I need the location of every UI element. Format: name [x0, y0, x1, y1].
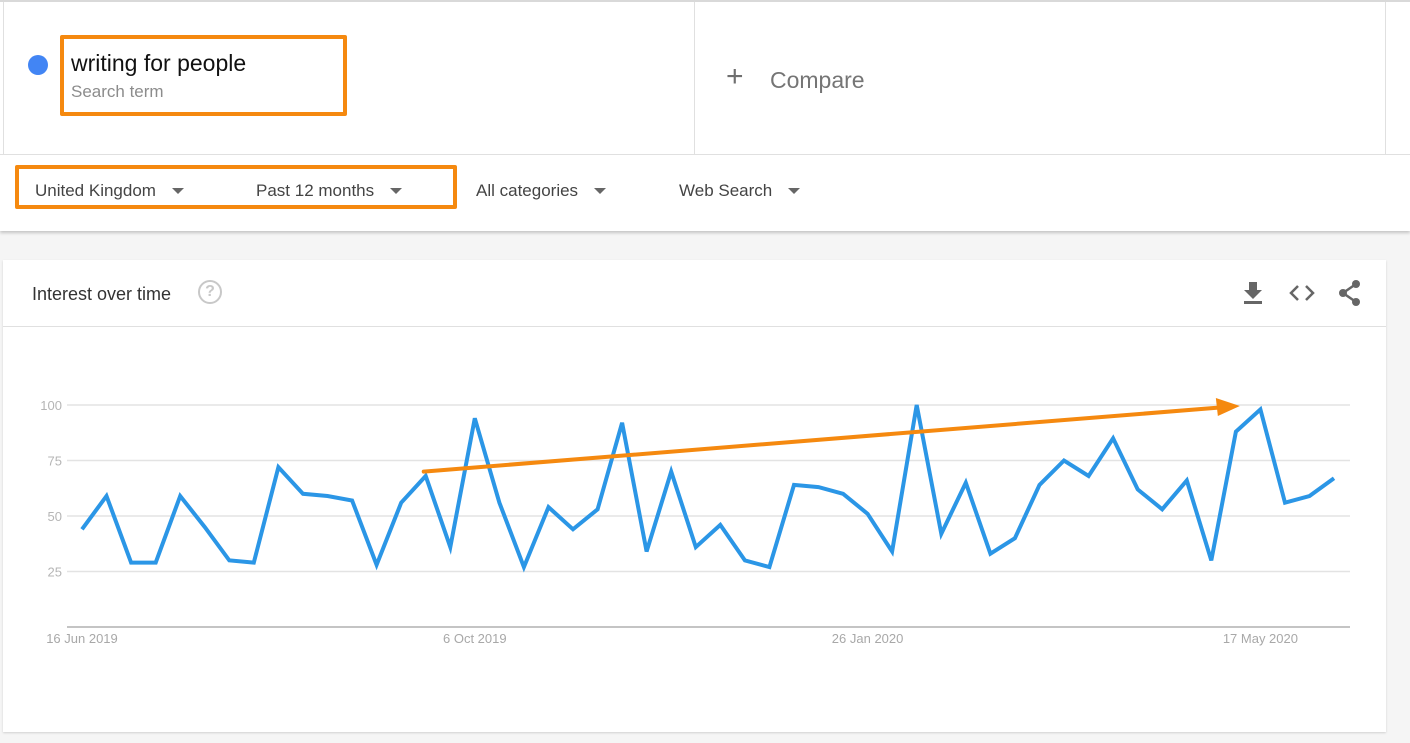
x-tick-label: 6 Oct 2019	[443, 631, 507, 646]
x-tick-label: 17 May 2020	[1223, 631, 1298, 646]
trend-arrow-line	[421, 405, 1222, 474]
x-tick-label: 16 Jun 2019	[46, 631, 118, 646]
trend-arrow-head	[1215, 398, 1240, 416]
y-tick-label: 50	[48, 509, 62, 524]
y-tick-label: 100	[40, 398, 62, 413]
y-tick-label: 75	[48, 454, 62, 469]
y-tick-label: 25	[48, 565, 62, 580]
interest-chart: 25 50 75 100 16 Jun 2019 6 Oct 2019 26 Jan 20…	[40, 398, 1350, 646]
x-tick-label: 26 Jan 2020	[832, 631, 904, 646]
series-line	[80, 404, 1336, 573]
